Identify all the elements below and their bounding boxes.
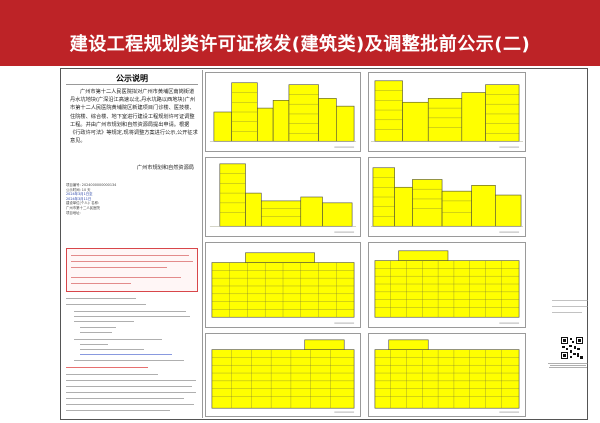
qr-caption [546,362,590,369]
qr-code-icon [560,336,584,360]
detail-line [80,344,108,346]
remark-line [71,267,167,269]
side-note-line [552,306,588,307]
detail-line [74,316,190,318]
detail-line [74,360,184,362]
detail-line [74,339,162,341]
detail-line [66,392,196,394]
meta-line: 项目地址: [66,210,81,215]
detail-line [66,374,158,376]
panel-divider [202,70,203,418]
heading-divider [66,84,198,85]
elevation-drawing [368,242,526,328]
detail-link-line [80,354,172,356]
detail-line [80,327,116,329]
notice-body: 广州市第十二人民医院拟对广州市黄埔区南岗街道丹水坑地块(广深沿江高速以北,丹水坑… [70,89,198,145]
detail-line [66,298,136,300]
side-note-line [552,312,582,313]
side-note-line [552,300,588,301]
elevation-drawing [368,157,526,237]
remark-line [71,283,131,285]
notice-heading: 公示说明 [116,74,148,83]
project-meta: 项目编号: 2024000000000134 公示时间: 10 天 2024年3… [66,183,198,215]
detail-line [66,304,146,306]
elevation-drawing [368,72,526,152]
elevation-drawing [205,333,361,417]
elevation-drawing [205,157,361,237]
remark-line [71,255,189,257]
detail-line [74,311,186,313]
detail-line [66,404,194,406]
notice-remarks-box [66,248,198,292]
notice-panel: 公示说明 广州市第十二人民医院拟对广州市黄埔区南岗街道丹水坑地块(广深沿江高速以… [62,70,202,418]
detail-line [80,332,112,334]
elevation-drawing [205,72,361,152]
remark-line [71,277,181,279]
qr-caption-line [550,365,586,367]
banner-title: 建设工程规划类许可证核发(建筑类)及调整批前公示(二) [69,34,531,55]
detail-line [66,398,184,400]
detail-warning-line [66,367,148,369]
detail-line [80,349,144,351]
banner: 建设工程规划类许可证核发(建筑类)及调整批前公示(二) [0,0,600,66]
detail-line [66,410,170,412]
detail-line [66,386,192,388]
issuing-organization: 广州市规划和自然资源局 [136,165,194,171]
qr-caption-line [548,363,588,365]
elevation-drawing [368,333,526,417]
qr-caption-line [549,367,587,369]
detail-line [66,380,196,382]
remark-line [71,261,193,263]
elevation-drawing [205,242,361,328]
detail-line [74,321,134,323]
